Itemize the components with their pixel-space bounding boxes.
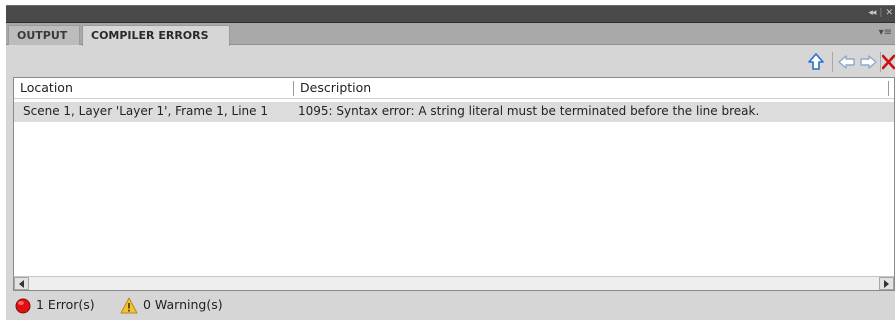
panel-menu-icon[interactable]: ▾≡ [879,27,892,38]
tab-strip: OUTPUT COMPILER ERRORS ▾≡ [6,23,895,46]
table-row[interactable]: Scene 1, Layer 'Layer 1', Frame 1, Line … [14,102,894,122]
tab-output[interactable]: OUTPUT [8,25,80,45]
next-icon [860,55,877,69]
error-icon [15,298,31,314]
panel-titlebar[interactable]: ◂◂ | ✕ [6,5,895,23]
error-location: Scene 1, Layer 'Layer 1', Frame 1, Line … [23,104,268,118]
toolbar-divider [880,52,881,72]
previous-error-button[interactable] [837,52,857,72]
tab-compiler-errors[interactable]: COMPILER ERRORS [82,25,230,46]
clear-errors-button[interactable] [881,52,895,72]
column-header-description[interactable]: Description [294,78,884,99]
toolbar-divider [832,52,833,72]
errors-list[interactable]: Location Description Scene 1, Layer 'Lay… [13,77,895,291]
panel-window-controls: ◂◂ | ✕ [865,8,895,22]
next-error-button[interactable] [858,52,878,72]
compiler-errors-panel: ◂◂ | ✕ OUTPUT COMPILER ERRORS ▾≡ Locatio… [6,5,895,320]
horizontal-scrollbar[interactable] [14,276,894,290]
scroll-right-button[interactable] [879,277,894,290]
warning-icon [120,297,138,314]
arrow-left-icon [19,280,24,288]
close-panel-icon[interactable]: ✕ [882,8,895,18]
column-resize-handle[interactable] [888,81,889,96]
error-count: 1 Error(s) [36,297,95,312]
arrow-right-icon [884,280,889,288]
column-header-location[interactable]: Location [14,78,293,99]
previous-icon [838,55,855,69]
clear-icon [881,54,895,70]
go-to-source-button[interactable] [806,52,826,72]
list-header: Location Description [14,78,894,99]
error-description: 1095: Syntax error: A string literal mus… [298,104,760,118]
warning-count: 0 Warning(s) [143,297,223,312]
errors-toolbar [6,46,895,76]
scroll-left-button[interactable] [14,277,29,290]
collapse-icon[interactable]: ◂◂ [865,8,878,18]
go-to-source-icon [808,53,824,70]
